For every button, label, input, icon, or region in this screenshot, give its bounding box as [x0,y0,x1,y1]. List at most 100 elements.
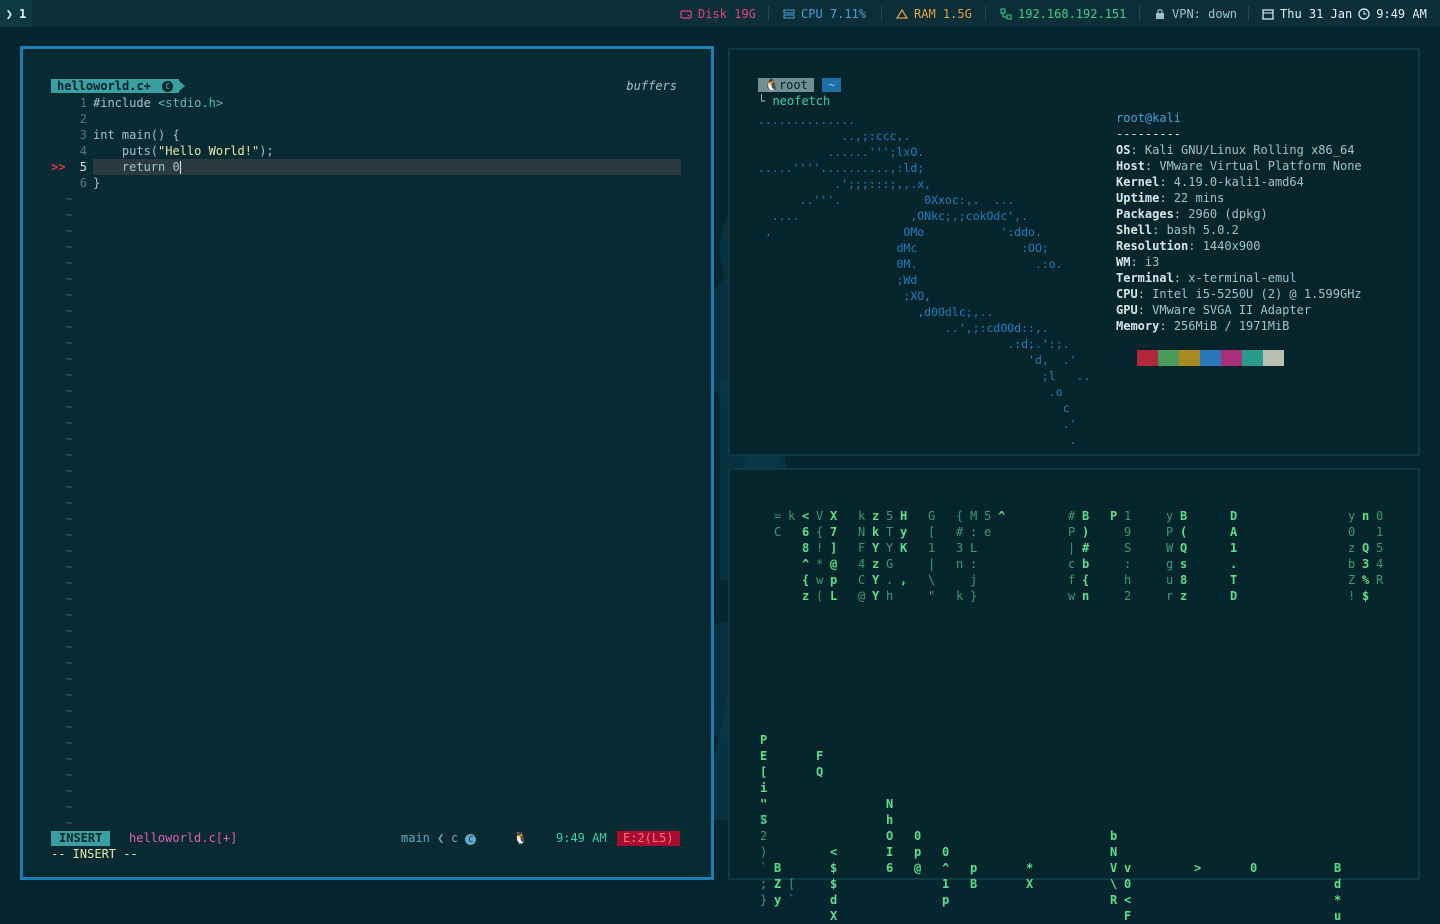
filetype: c C [451,831,477,846]
matrix-column: [ ` [788,877,796,907]
matrix-column: F Q [816,749,824,779]
info-value: : x-terminal-emul [1173,271,1297,285]
empty-line-tilde: ~ [65,512,73,526]
info-row: Shell: bash 5.0.2 [1116,222,1362,238]
cmatrix-terminal-pane[interactable]: = C k < 6 8 ^ { z V { ! * w (X 7 ] @ p L k N… [728,468,1420,923]
code-line[interactable]: } [93,175,100,191]
empty-line-tilde: ~ [65,272,73,286]
ascii-line: ..'''. 0Xxoc:,. ... [758,193,1015,207]
cpu-text: CPU 7.11% [801,6,867,21]
text-cursor [179,161,181,174]
matrix-column: { # 3 n k [956,509,964,603]
empty-line-tilde: ~ [65,304,73,318]
git-branch: main ❮ [401,831,445,845]
color-swatch [1137,350,1158,366]
ascii-line: dMc :OO; [758,241,1049,255]
matrix-column: p B [970,861,978,891]
matrix-column: b N V \ R [1110,829,1118,907]
info-key: Kernel [1116,175,1160,189]
mode-indicator: INSERT [51,831,111,846]
kali-ascii-logo: .............. ..,;:ccc,. ......''';lxO.… [758,112,1090,448]
info-row: Host: VMware Virtual Platform None [1116,158,1362,174]
status-filename: helloworld.c[+] [129,831,238,845]
info-value: : i3 [1130,255,1160,269]
network-module[interactable]: 192.168.192.151 [1000,0,1126,27]
matrix-column: > [1194,861,1202,875]
code-line-current[interactable]: return 0 [93,159,181,175]
matrix-column: y P W g u r [1166,509,1174,603]
empty-line-tilde: ~ [65,400,73,414]
chevron-right-icon: ❯ [5,6,13,21]
empty-line-tilde: ~ [65,416,73,430]
matrix-column: * X [1026,861,1034,891]
matrix-column: N h O I 6 [886,797,894,875]
info-row: Terminal: x-terminal-emul [1116,270,1362,286]
ascii-line: .....''''..........,:ld; [758,161,925,175]
code-line[interactable]: puts("Hello World!"); [93,143,274,159]
ascii-line: ,d0Odlc;,.. [758,305,994,319]
ram-module[interactable]: RAM 1.5G [895,0,972,27]
ram-text: RAM 1.5G [914,6,972,21]
info-key: Resolution [1116,239,1189,253]
empty-line-tilde: ~ [65,464,73,478]
ascii-line: .:d;.':;. [758,337,1070,351]
info-key: Memory [1116,319,1160,333]
workspace-button[interactable]: ❯ 1 [0,0,32,27]
disk-text: Disk 19G [698,6,756,21]
network-icon [1000,8,1012,20]
empty-line-tilde: ~ [65,592,73,606]
buffers-label: buffers [626,79,677,93]
line-number: 4 [79,144,87,158]
matrix-column: 0 1 5 4 R [1376,509,1384,587]
empty-line-tilde: ~ [65,688,73,702]
empty-line-tilde: ~ [65,480,73,494]
ascii-line: .o [758,385,1063,399]
line-number-current: 5 [79,160,87,174]
time-text: 9:49 AM [1376,6,1427,21]
empty-line-tilde: ~ [65,288,73,302]
workspace-number: 1 [19,6,27,21]
c-language-icon: C [162,81,174,92]
clock-module[interactable]: Thu 31 Jan 9:49 AM [1262,0,1427,27]
chevron-left-icon: ❮ [437,831,445,845]
info-key: Host [1116,159,1145,173]
matrix-column: 0 p @ [914,829,922,875]
disk-module[interactable]: Disk 19G [680,0,756,27]
cpu-module[interactable]: CPU 7.11% [783,0,866,27]
linux-icon: 🐧 [513,831,528,845]
neofetch-terminal-pane[interactable]: 🐧root ~ └ neofetch .............. ..,;:c… [728,48,1420,456]
info-row: Kernel: 4.19.0-kali1-amd64 [1116,174,1362,190]
buffer-tab[interactable]: helloworld.c+ C [51,79,180,93]
vim-editor-pane[interactable]: helloworld.c+ C buffers >> 1 #include <s… [20,46,714,880]
prompt-user-segment: 🐧root [758,78,814,92]
ascii-line: .............. [758,113,855,127]
matrix-column: 5 T Y G . h [886,509,894,603]
info-key: Terminal [1116,271,1174,285]
code-line[interactable]: #include <stdio.h> [93,95,223,111]
info-value: : Intel i5-5250U (2) @ 1.599GHz [1137,287,1362,301]
ascii-line: 0M. .:o. [758,257,1063,271]
empty-line-tilde: ~ [65,336,73,350]
empty-line-tilde: ~ [65,736,73,750]
info-key: Uptime [1116,191,1160,205]
matrix-column: ^ [998,509,1006,523]
vpn-module[interactable]: VPN: down [1154,0,1237,27]
matrix-column: B ) # b { n [1082,509,1090,603]
info-value: : VMware SVGA II Adapter [1137,303,1312,317]
empty-line-tilde: ~ [65,208,73,222]
matrix-column: < 6 8 ^ { z [802,509,810,603]
status-time: 9:49 AM [556,831,607,845]
date-text: Thu 31 Jan [1280,6,1353,21]
matrix-column: 0 [1250,861,1258,875]
empty-line-tilde: ~ [65,192,73,206]
empty-line-tilde: ~ [65,768,73,782]
memory-icon [895,8,909,20]
matrix-column: P [1110,509,1118,523]
matrix-column: 5 e [984,509,992,539]
ascii-line: 'd, .' [758,353,1077,367]
clock-icon [1358,7,1370,20]
matrix-column: = C [774,509,782,539]
code-line[interactable]: int main() { [93,127,180,143]
empty-line-tilde: ~ [65,496,73,510]
cursor-line-highlight [93,159,681,175]
